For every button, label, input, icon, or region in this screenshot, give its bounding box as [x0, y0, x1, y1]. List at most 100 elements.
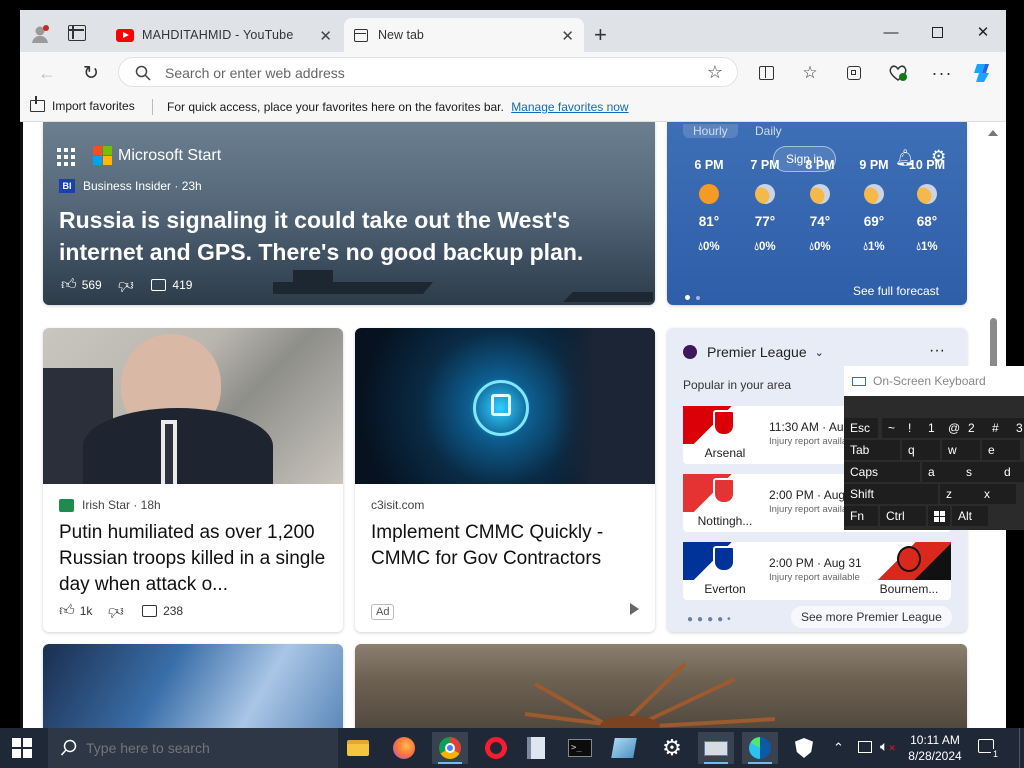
show-hidden-icons-button[interactable]: ⌃	[833, 740, 844, 756]
comment-icon[interactable]	[142, 605, 158, 617]
new-tab-button[interactable]: +	[594, 22, 607, 48]
profile-avatar[interactable]	[30, 24, 50, 44]
import-favorites-button[interactable]: Import favorites	[30, 96, 135, 113]
split-screen-icon[interactable]	[753, 60, 779, 86]
key-x[interactable]: x	[978, 484, 1016, 504]
key-shift[interactable]: Shift	[844, 484, 938, 504]
taskbar-on-screen-keyboard[interactable]	[698, 732, 734, 764]
key-[interactable]: !	[902, 418, 922, 438]
dislike-icon[interactable]: 👍︎	[118, 276, 134, 294]
comment-icon[interactable]	[151, 279, 167, 291]
address-bar[interactable]: ☆	[118, 57, 738, 87]
show-desktop-button[interactable]	[1019, 728, 1020, 768]
key-1[interactable]: 1	[922, 418, 942, 438]
favorites-icon[interactable]: ☆	[797, 60, 823, 86]
key-a[interactable]: a	[922, 462, 960, 482]
key-fn[interactable]: Fn	[844, 506, 878, 526]
taskbar-search-input[interactable]	[86, 738, 326, 758]
close-tab-icon[interactable]: ✕	[561, 27, 574, 45]
collections-icon[interactable]	[841, 60, 867, 86]
key-ctrl[interactable]: Ctrl	[880, 506, 926, 526]
key-w[interactable]: w	[942, 440, 980, 460]
tab-new-tab[interactable]: New tab ✕	[344, 18, 584, 52]
weather-tab-hourly[interactable]: Hourly	[683, 124, 738, 138]
key-[interactable]: #	[986, 418, 1010, 438]
article-card-spider[interactable]	[355, 644, 967, 728]
see-more-premier-league-link[interactable]: See more Premier League	[791, 606, 952, 628]
refresh-button[interactable]: ↻	[78, 60, 104, 86]
taskbar-opera[interactable]	[478, 732, 514, 764]
dislike-icon[interactable]: 👍︎	[108, 602, 124, 620]
key-2[interactable]: 2	[962, 418, 986, 438]
ad-choices-icon[interactable]	[630, 603, 639, 615]
hourly-forecast-item[interactable]: 10 PM 68° 💧︎1%	[903, 158, 951, 254]
scroll-up-arrow[interactable]	[988, 130, 998, 136]
weather-tab-daily[interactable]: Daily	[745, 124, 792, 138]
hourly-forecast-item[interactable]: 8 PM 74° 💧︎0%	[796, 158, 844, 254]
manage-favorites-link[interactable]: Manage favorites now	[511, 100, 628, 114]
volume-muted-icon[interactable]: 🔈︎✕	[880, 738, 896, 755]
taskbar-search[interactable]	[48, 728, 338, 768]
key-z[interactable]: z	[940, 484, 978, 504]
browser-essentials-icon[interactable]	[885, 60, 911, 86]
hourly-forecast-item[interactable]: 9 PM 69° 💧︎1%	[850, 158, 898, 254]
key-caps[interactable]: Caps	[844, 462, 920, 482]
hourly-forecast-item[interactable]: 6 PM 81° 💧︎0%	[685, 158, 733, 254]
ad-headline[interactable]: Implement CMMC Quickly - CMMC for Gov Co…	[371, 520, 641, 572]
network-icon[interactable]	[858, 741, 872, 753]
like-icon[interactable]: 👍︎	[61, 276, 77, 294]
article-card-putin[interactable]: Irish Star · 18h Putin humiliated as ove…	[43, 328, 343, 632]
key-3[interactable]: 3	[1010, 418, 1024, 438]
back-button[interactable]: ←	[34, 60, 60, 86]
address-input[interactable]	[165, 63, 665, 83]
key-[interactable]: @	[942, 418, 962, 438]
opera-icon	[485, 737, 507, 759]
match-row[interactable]: Everton 2:00 PM · Aug 31 Injury report ava…	[683, 542, 951, 600]
taskbar-glass-app[interactable]	[606, 732, 642, 764]
notification-center-button[interactable]: 1	[978, 739, 1000, 759]
clock[interactable]: 10:11 AM 8/28/2024	[904, 732, 966, 764]
hero-source[interactable]: BI Business Insider · 23h	[59, 179, 202, 193]
osk-titlebar[interactable]: On-Screen Keyboard	[844, 366, 1024, 396]
key-q[interactable]: q	[902, 440, 940, 460]
tab-actions-icon[interactable]	[68, 25, 86, 41]
close-tab-icon[interactable]: ✕	[319, 27, 332, 45]
copilot-icon[interactable]	[970, 60, 996, 86]
taskbar-terminal[interactable]: >_	[562, 732, 598, 764]
taskbar-notepad[interactable]	[518, 732, 554, 764]
minimize-button[interactable]: —	[868, 18, 914, 46]
microsoft-start-logo[interactable]: Microsoft Start	[93, 146, 221, 165]
premier-league-header[interactable]: Premier League ⌄	[683, 344, 824, 360]
key-tab[interactable]: Tab	[844, 440, 900, 460]
article-card-tech[interactable]	[43, 644, 343, 728]
see-full-forecast-link[interactable]: See full forecast	[853, 284, 939, 298]
taskbar-firefox[interactable]	[386, 732, 422, 764]
taskbar-edge[interactable]	[742, 732, 778, 764]
like-icon[interactable]: 👍︎	[59, 602, 75, 620]
taskbar-file-explorer[interactable]	[340, 732, 376, 764]
tab-youtube[interactable]: MAHDITAHMID - YouTube ✕	[106, 18, 342, 52]
favorite-star-icon[interactable]: ☆	[707, 62, 723, 83]
article-headline[interactable]: Putin humiliated as over 1,200 Russian t…	[59, 520, 335, 598]
hourly-forecast-item[interactable]: 7 PM 77° 💧︎0%	[741, 158, 789, 254]
close-window-button[interactable]: ✕	[960, 18, 1006, 46]
folder-icon	[347, 740, 369, 756]
key-e[interactable]: e	[982, 440, 1020, 460]
taskbar-security[interactable]	[786, 732, 822, 764]
taskbar-settings[interactable]: ⚙	[654, 732, 690, 764]
hero-article-card[interactable]: Microsoft Start BI Business Insider · 23…	[43, 122, 655, 305]
taskbar-chrome[interactable]	[432, 732, 468, 764]
ad-card-cmmc[interactable]: c3isit.com Implement CMMC Quickly - CMMC…	[355, 328, 655, 632]
more-options-icon[interactable]: ···	[929, 60, 955, 86]
start-button[interactable]	[12, 738, 32, 758]
key-d[interactable]: d	[998, 462, 1024, 482]
apps-grid-icon[interactable]	[57, 148, 75, 166]
hero-headline[interactable]: Russia is signaling it could take out th…	[59, 204, 619, 268]
key-esc[interactable]: Esc	[844, 418, 878, 438]
key-alt[interactable]: Alt	[952, 506, 988, 526]
maximize-button[interactable]	[914, 18, 960, 46]
more-options-icon[interactable]: ···	[929, 342, 945, 360]
windows-key[interactable]	[928, 506, 950, 526]
key-s[interactable]: s	[960, 462, 998, 482]
key-[interactable]: ~	[882, 418, 902, 438]
